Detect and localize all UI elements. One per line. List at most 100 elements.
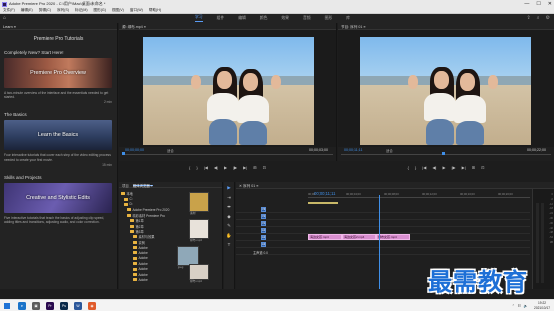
timeline-clip[interactable]: 绿布女孩.mp4 (376, 234, 410, 240)
track-v1[interactable]: V1 (236, 220, 530, 227)
type-tool-icon[interactable]: T (228, 242, 231, 247)
source-video-frame[interactable] (143, 37, 314, 145)
source-timecode[interactable]: 00;00;00;00 (125, 148, 144, 152)
taskbar-app-icon[interactable]: ▣ (32, 302, 40, 310)
mark-out-button[interactable]: } (196, 165, 197, 172)
menu-window[interactable]: 窗口(W) (130, 8, 143, 13)
source-fit-dropdown[interactable]: 适合 (167, 148, 174, 153)
work-area-bar[interactable] (308, 202, 338, 204)
workspace-tab-libraries[interactable]: 库 (346, 16, 350, 21)
track-v3[interactable]: V3 (236, 206, 530, 213)
workspace-tab-effects[interactable]: 效果 (281, 16, 289, 21)
track-master[interactable]: 主声道 0.0 (236, 248, 530, 255)
menu-file[interactable]: 文件(F) (3, 8, 15, 13)
track-target-v1[interactable]: V1 (261, 221, 266, 226)
track-target-a3[interactable]: A3 (261, 242, 266, 247)
program-playhead[interactable] (442, 152, 445, 155)
go-to-in-button[interactable]: |◀ (204, 165, 208, 172)
play-button[interactable]: ▶ (442, 165, 445, 172)
home-icon[interactable]: ⌂ (3, 15, 6, 21)
go-to-out-button[interactable]: ▶| (243, 165, 247, 172)
source-monitor-tab[interactable]: 源: 绿布.mp4 ≡ (119, 23, 336, 30)
tutorial-card-overview[interactable]: Premiere Pro Overview A two-minute overv… (4, 58, 112, 104)
workspace-tab-learning[interactable]: 学习 (195, 15, 203, 22)
workspace-tab-color[interactable]: 颜色 (260, 16, 268, 21)
track-target-a2[interactable]: A2 (261, 235, 266, 240)
insert-button[interactable]: ⊞ (253, 165, 256, 172)
taskbar-app-icon[interactable]: Pr (46, 302, 54, 310)
minimize-button[interactable]: — (524, 1, 529, 7)
menu-sequence[interactable]: 序列(S) (57, 8, 69, 13)
taskbar-app-icon[interactable]: ◉ (88, 302, 96, 310)
tutorial-card-basics[interactable]: Learn the Basics Four interactive tutori… (4, 120, 112, 167)
tab-project[interactable]: 项目 (122, 183, 129, 188)
workspace-tab-audio[interactable]: 音频 (303, 16, 311, 21)
program-timecode[interactable]: 00;00;11;11 (344, 148, 362, 152)
start-button[interactable] (4, 303, 10, 309)
menu-help[interactable]: 帮助(H) (149, 8, 161, 13)
workspace-tab-assembly[interactable]: 组件 (217, 16, 225, 21)
pen-tool-icon[interactable]: ✎ (227, 223, 231, 229)
tutorial-thumbnail-overview[interactable]: Premiere Pro Overview (4, 58, 112, 88)
taskbar-app-icon[interactable]: Ps (60, 302, 68, 310)
network-icon[interactable]: ☷ (518, 304, 521, 308)
timeline-clip[interactable]: 海边女孩.mp4 (308, 234, 342, 240)
timeline-ruler[interactable] (308, 197, 530, 198)
razor-tool-icon[interactable]: ◆ (227, 214, 230, 220)
tutorial-thumbnail-creative[interactable]: Creative and Stylistic Edits (4, 182, 112, 213)
media-item[interactable]: 绿布.mp4 (189, 219, 209, 242)
menu-graphics[interactable]: 图形(G) (94, 8, 106, 13)
step-forward-button[interactable]: |▶ (233, 165, 237, 172)
close-button[interactable]: ✕ (548, 1, 552, 7)
media-item[interactable]: 绿布.mp4 (189, 264, 209, 283)
taskbar-app-icon[interactable]: e (18, 302, 26, 310)
track-target-a1[interactable]: A1 (261, 228, 266, 233)
quick-export-icon[interactable]: ⇪ (527, 15, 531, 21)
timeline-timecode[interactable]: 00;00;11;11 (314, 191, 336, 196)
track-target-v2[interactable]: V2 (261, 214, 266, 219)
mark-in-button[interactable]: { (189, 165, 190, 172)
extract-button[interactable]: ⊡ (481, 165, 484, 172)
mark-in-button[interactable]: { (408, 165, 409, 172)
learn-panel-tab[interactable]: Learn ≡ (0, 23, 117, 30)
tree-item[interactable]: Adobe (121, 277, 177, 282)
volume-icon[interactable]: 🔈 (524, 304, 528, 308)
timeline-playhead[interactable] (379, 195, 380, 289)
media-item[interactable]: jpeg (177, 246, 199, 269)
track-select-tool-icon[interactable]: ⇥ (227, 195, 231, 201)
program-video-frame[interactable] (360, 37, 531, 145)
source-playhead[interactable] (122, 152, 125, 155)
taskbar-clock[interactable]: 19:22 2021/10/17 (534, 301, 550, 310)
track-a3[interactable]: A3 (236, 241, 530, 248)
menu-marker[interactable]: 标记(M) (75, 8, 88, 13)
hand-tool-icon[interactable]: ✋ (226, 233, 231, 239)
overwrite-button[interactable]: ⊡ (263, 165, 266, 172)
play-button[interactable]: ▶ (224, 165, 227, 172)
media-item[interactable]: 素材 (189, 192, 209, 215)
track-target-v3[interactable]: V3 (261, 207, 266, 212)
program-scrubber[interactable] (341, 154, 551, 155)
lift-button[interactable]: ⊞ (472, 165, 475, 172)
taskbar-app-icon[interactable]: W (74, 302, 82, 310)
tutorial-card-creative[interactable]: Creative and Stylistic Edits Five intera… (4, 182, 112, 224)
track-v2[interactable]: V2 (236, 213, 530, 220)
program-fit-dropdown[interactable]: 适合 (386, 148, 393, 153)
workspace-tab-graphics[interactable]: 图形 (325, 16, 333, 21)
step-back-button[interactable]: ◀| (432, 165, 436, 172)
menu-view[interactable]: 视图(V) (112, 8, 124, 13)
timeline-clip[interactable]: 海边女孩2.mp4 (342, 234, 376, 240)
go-to-in-button[interactable]: |◀ (422, 165, 426, 172)
track-a1[interactable]: A1 (236, 227, 530, 234)
tab-media-browser[interactable]: 媒体浏览器 ≡ (132, 183, 153, 188)
ripple-edit-tool-icon[interactable]: ⬌ (227, 204, 231, 210)
workspace-tab-editing[interactable]: 编辑 (238, 16, 246, 21)
menu-clip[interactable]: 剪辑(C) (39, 8, 51, 13)
timeline-tab[interactable]: ✕ 序列 01 ≡ (236, 182, 554, 189)
tutorial-thumbnail-basics[interactable]: Learn the Basics (4, 120, 112, 151)
search-icon[interactable]: ⌕ (537, 15, 540, 21)
selection-tool-icon[interactable]: ▶ (227, 185, 230, 191)
menu-edit[interactable]: 编辑(E) (21, 8, 33, 13)
settings-icon[interactable]: ⚙ (546, 15, 550, 21)
step-back-button[interactable]: ◀| (214, 165, 218, 172)
maximize-button[interactable]: ☐ (536, 1, 540, 7)
